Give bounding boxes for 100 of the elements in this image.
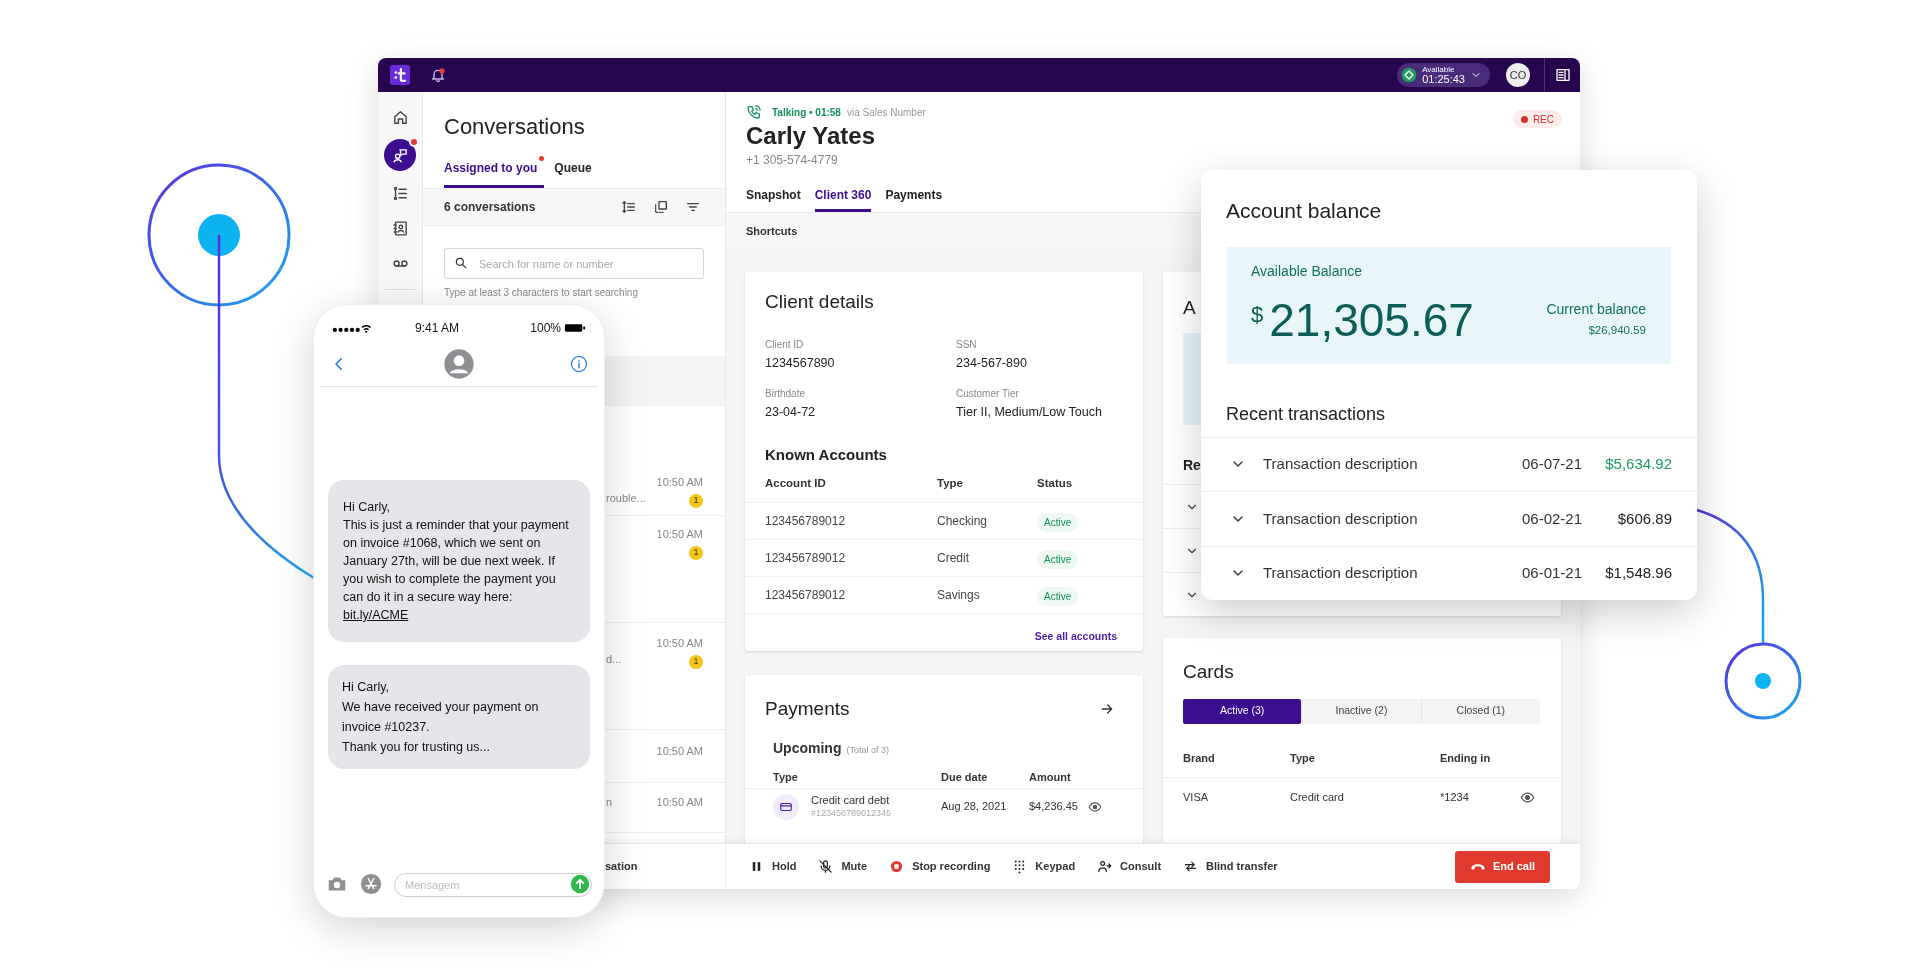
table-cell-text: Credit card xyxy=(1290,790,1345,806)
table-cell-text: Savings xyxy=(937,586,981,604)
timestamp: 10:50 AM xyxy=(656,795,703,810)
app-store-icon[interactable] xyxy=(360,873,382,895)
phone-call-icon xyxy=(746,104,762,120)
column-header: Status xyxy=(1037,476,1074,492)
card-title: Account balance xyxy=(1225,198,1383,224)
current-balance: $26,940.59 xyxy=(1588,323,1646,339)
table-cell-text: Aug 28, 2021 xyxy=(941,799,1008,815)
field-value: 234-567-890 xyxy=(956,354,1028,372)
transaction-date: 06-01-21 xyxy=(1521,563,1582,583)
panel-toggle-icon[interactable] xyxy=(1554,67,1571,83)
unread-count: 1 xyxy=(689,493,703,508)
call-action-button[interactable]: Keypad xyxy=(1012,858,1076,875)
call-action-button[interactable]: Hold xyxy=(749,858,797,875)
recording-badge: REC xyxy=(1512,110,1562,128)
tab[interactable]: Payments xyxy=(885,186,943,212)
consult-icon xyxy=(1097,859,1113,874)
eye-icon[interactable] xyxy=(1087,799,1102,814)
table-cell-text: $4,236.45 xyxy=(1029,799,1078,815)
timestamp: 10:50 AM xyxy=(656,527,703,542)
message-input[interactable]: Mensagem xyxy=(394,873,592,897)
home-icon xyxy=(391,108,409,126)
notification-bell-icon[interactable] xyxy=(430,67,446,83)
signal-wifi-icon xyxy=(332,322,372,334)
transaction-amount: $5,634.92 xyxy=(1604,454,1672,474)
section-title: Recent transactions xyxy=(1225,402,1387,426)
transaction-row[interactable]: Transaction description 06-02-21 $606.89 xyxy=(1201,491,1697,546)
end-call-button[interactable]: End call xyxy=(1455,850,1550,883)
transfer-icon xyxy=(1183,859,1199,874)
segment-tab[interactable]: Closed (1) xyxy=(1420,698,1540,724)
column-header: Account ID xyxy=(765,476,827,492)
info-icon[interactable] xyxy=(570,354,588,373)
timestamp: 10:50 AM xyxy=(656,475,703,490)
select-icon[interactable] xyxy=(653,199,669,215)
battery-level: 100% xyxy=(530,320,561,337)
currency-symbol: $ xyxy=(1251,300,1264,329)
column-header: Type xyxy=(937,476,964,492)
table-cell-text: 123456789012 xyxy=(765,586,847,604)
table-cell-text: Checking xyxy=(937,512,989,530)
call-action-button[interactable]: Mute xyxy=(818,858,868,875)
card-title: Payments xyxy=(765,697,850,721)
status-time: 9:41 AM xyxy=(415,320,460,337)
timestamp: 10:50 AM xyxy=(656,636,703,651)
message-link[interactable]: bit.ly/ACME xyxy=(343,608,409,622)
table-cell-text: *1234 xyxy=(1440,790,1469,806)
balance-label: Available Balance xyxy=(1251,261,1364,281)
total-count: (Total of 3) xyxy=(846,743,889,757)
contact-phone: +1 305-574-4779 xyxy=(746,152,839,169)
transaction-row[interactable]: Transaction description 06-01-21 $1,548.96 xyxy=(1201,545,1697,600)
unread-count: 1 xyxy=(689,545,703,560)
field-value: 1234567890 xyxy=(765,354,836,372)
card-title: A xyxy=(1183,296,1196,320)
search-icon xyxy=(454,256,468,270)
call-source: via Sales Number xyxy=(846,105,926,120)
column-header: Type xyxy=(1290,750,1316,766)
user-avatar[interactable]: CO xyxy=(1506,63,1530,87)
message-preview: n xyxy=(606,795,614,810)
message-preview: rouble... xyxy=(606,491,647,506)
column-header: Brand xyxy=(1183,750,1216,766)
contact-avatar-icon xyxy=(443,347,475,380)
see-all-link[interactable]: See all accounts xyxy=(1034,628,1117,645)
tab[interactable]: Queue xyxy=(554,156,592,188)
agent-chat-icon xyxy=(391,146,409,164)
field-value: Tier II, Medium/Low Touch xyxy=(956,404,1103,422)
transaction-description: Transaction description xyxy=(1263,563,1418,583)
status-label: Available xyxy=(1422,65,1456,74)
segment-tab[interactable]: Inactive (2) xyxy=(1301,698,1421,724)
conversation-count: 6 conversations xyxy=(444,199,536,216)
message-text: Hi Carly, We have received your payment on invoice #10237. Thank you for trusting us... xyxy=(342,679,540,756)
section-title: Upcoming xyxy=(773,738,842,758)
tab[interactable]: Snapshot xyxy=(746,186,801,212)
muted-microphone-icon xyxy=(818,859,834,874)
current-balance-label: Current balance xyxy=(1546,300,1646,320)
status-timer: 01:25:43 xyxy=(1422,73,1465,85)
field-label: Customer Tier xyxy=(956,387,1020,402)
transaction-amount: $606.89 xyxy=(1616,508,1672,529)
message-preview: d... xyxy=(606,652,623,667)
search-field[interactable]: Search for name or number xyxy=(444,248,704,279)
status-pill: Active xyxy=(1037,512,1079,532)
logo-icon[interactable] xyxy=(390,65,410,85)
unread-count: 1 xyxy=(689,654,703,669)
sort-icon[interactable] xyxy=(621,199,637,215)
call-status: Talking • 01:58 xyxy=(772,105,841,120)
transaction-row[interactable]: Transaction description 06-07-21 $5,634.92 xyxy=(1201,436,1697,491)
column-header: Due date xyxy=(941,769,989,785)
send-icon[interactable] xyxy=(570,874,590,894)
table-cell-text: Credit xyxy=(937,549,970,567)
table-cell-text: 123456789012 xyxy=(765,512,847,530)
status-selector[interactable]: Available 01:25:43 xyxy=(1397,63,1490,87)
call-action-button[interactable]: Blind transfer xyxy=(1183,858,1278,875)
call-action-button[interactable]: Consult xyxy=(1097,858,1162,875)
call-action-button[interactable]: Stop recording xyxy=(889,858,991,875)
sidebar-item[interactable] xyxy=(384,139,416,171)
eye-icon[interactable] xyxy=(1520,790,1535,805)
segment-tab[interactable]: Active (3) xyxy=(1183,698,1302,724)
list-icon xyxy=(391,184,409,202)
table-cell-text: 123456789012 xyxy=(765,549,847,567)
field-label: Birthdate xyxy=(765,387,807,402)
card-type-icon xyxy=(773,793,799,820)
